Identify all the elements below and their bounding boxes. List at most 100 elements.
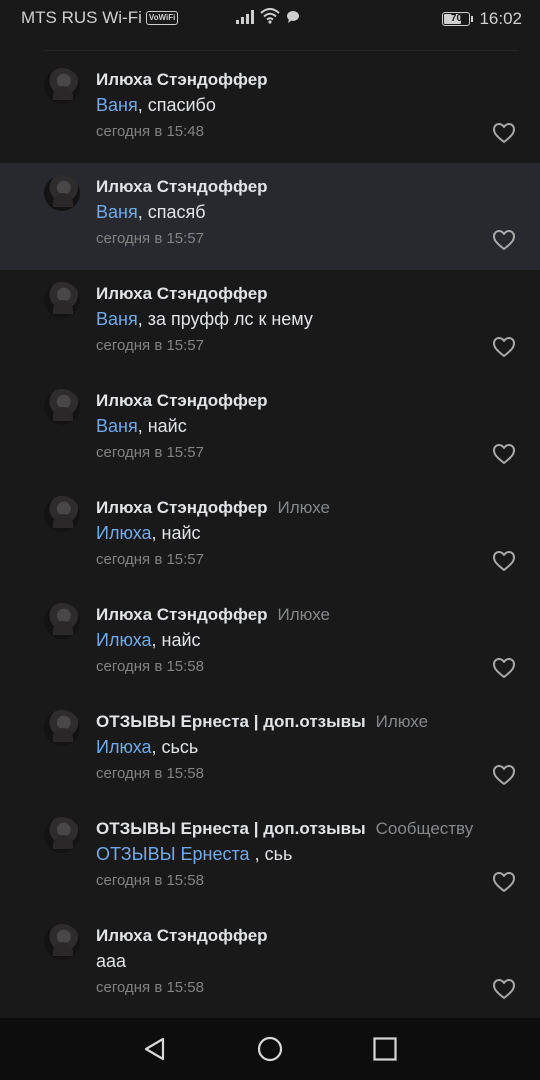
battery-icon: 70 xyxy=(442,11,474,26)
comment-text: Илюха, найс xyxy=(96,523,201,544)
status-bar: MTS RUS Wi-Fi VoWiFi 70 16:02 xyxy=(0,0,540,36)
battery-percent: 70 xyxy=(450,13,463,24)
comment-author[interactable]: Илюха Стэндоффер xyxy=(96,926,268,945)
comment-author[interactable]: Илюха Стэндоффер xyxy=(96,498,268,517)
comment-author[interactable]: Илюха Стэндоффер xyxy=(96,177,268,196)
heart-outline-icon[interactable] xyxy=(492,550,516,572)
comment-body: ааа xyxy=(96,951,127,971)
comment-text: ааа xyxy=(96,951,126,972)
comment-list[interactable]: Илюха Стэндоффер Ваня, спасибо сегодня в 1… xyxy=(0,56,540,1019)
heart-outline-icon[interactable] xyxy=(492,336,516,358)
comment-item[interactable]: Илюха Стэндоффер Илюхе Илюха, найс сегодня … xyxy=(0,591,540,698)
navigation-bar xyxy=(0,1018,540,1080)
clock: 16:02 xyxy=(479,8,522,28)
comment-timestamp: сегодня в 15:57 xyxy=(96,444,204,461)
comment-header: Илюха Стэндоффер Илюхе xyxy=(96,605,330,625)
avatar[interactable] xyxy=(44,389,80,425)
comment-body: , сьь xyxy=(254,844,293,864)
mention-link[interactable]: Ваня xyxy=(96,202,138,222)
comment-timestamp: сегодня в 15:57 xyxy=(96,230,204,247)
comment-body: , найс xyxy=(151,630,201,650)
comment-timestamp: сегодня в 15:58 xyxy=(96,765,204,782)
circle-home-icon[interactable] xyxy=(257,1036,283,1062)
comment-timestamp: сегодня в 15:57 xyxy=(96,337,204,354)
comment-item[interactable]: Илюха Стэндоффер Ваня, за пруфф лс к нему… xyxy=(0,270,540,377)
avatar[interactable] xyxy=(44,68,80,104)
avatar[interactable] xyxy=(44,817,80,853)
comment-header: Илюха Стэндоффер xyxy=(96,391,268,411)
comment-author[interactable]: ОТЗЫВЫ Ернеста | доп.отзывы xyxy=(96,819,366,838)
mention-link[interactable]: ОТЗЫВЫ Ернеста xyxy=(96,844,255,864)
comment-item[interactable]: Илюха Стэндоффер Ваня, найс сегодня в 15:5… xyxy=(0,377,540,484)
comment-header: Илюха Стэндоффер xyxy=(96,284,268,304)
comment-text: ОТЗЫВЫ Ернеста , сьь xyxy=(96,844,292,865)
square-recents-icon[interactable] xyxy=(372,1036,398,1062)
comment-body: , спасибо xyxy=(137,95,216,115)
signal-icon xyxy=(236,9,255,29)
comment-text: Ваня, спасяб xyxy=(96,202,206,223)
comment-header: ОТЗЫВЫ Ернеста | доп.отзывы Сообществу xyxy=(96,819,473,839)
heart-outline-icon[interactable] xyxy=(492,657,516,679)
heart-outline-icon[interactable] xyxy=(492,764,516,786)
comment-body: , найс xyxy=(137,416,187,436)
wifi-icon xyxy=(260,8,281,29)
avatar[interactable] xyxy=(44,496,80,532)
comment-text: Ваня, найс xyxy=(96,416,187,437)
comment-text: Ваня, за пруфф лс к нему xyxy=(96,309,313,330)
comment-item[interactable]: Илюха Стэндоффер Ваня, спасибо сегодня в 1… xyxy=(0,56,540,163)
top-divider xyxy=(44,50,518,51)
comment-body: , за пруфф лс к нему xyxy=(137,309,313,329)
comment-text: Илюха, найс xyxy=(96,630,201,651)
status-right: 70 16:02 xyxy=(236,8,522,29)
comment-author[interactable]: Илюха Стэндоффер xyxy=(96,284,268,303)
comment-body: , спасяб xyxy=(137,202,206,222)
comment-text: Илюха, сьсь xyxy=(96,737,198,758)
message-icon xyxy=(286,9,300,29)
comment-item[interactable]: Илюха Стэндоффер Ваня, спасяб сегодня в 15… xyxy=(0,163,540,270)
vowifi-badge: VoWiFi xyxy=(145,11,179,25)
comment-header: Илюха Стэндоффер xyxy=(96,70,268,90)
avatar[interactable] xyxy=(44,710,80,746)
comment-item[interactable]: ОТЗЫВЫ Ернеста | доп.отзывы Илюхе Илюха, с… xyxy=(0,698,540,805)
comment-timestamp: сегодня в 15:58 xyxy=(96,658,204,675)
comment-header: Илюха Стэндоффер xyxy=(96,926,268,946)
comment-timestamp: сегодня в 15:58 xyxy=(96,872,204,889)
mention-link[interactable]: Илюха xyxy=(96,630,152,650)
heart-outline-icon[interactable] xyxy=(492,229,516,251)
heart-outline-icon[interactable] xyxy=(492,871,516,893)
comment-header: Илюха Стэндоффер xyxy=(96,177,268,197)
mention-link[interactable]: Илюха xyxy=(96,523,152,543)
comment-header: ОТЗЫВЫ Ернеста | доп.отзывы Илюхе xyxy=(96,712,428,732)
comment-author[interactable]: Илюха Стэндоффер xyxy=(96,70,268,89)
mention-link[interactable]: Ваня xyxy=(96,416,138,436)
comment-timestamp: сегодня в 15:57 xyxy=(96,551,204,568)
comment-author[interactable]: ОТЗЫВЫ Ернеста | доп.отзывы xyxy=(96,712,366,731)
comment-timestamp: сегодня в 15:58 xyxy=(96,979,204,996)
reply-to-label[interactable]: Илюхе xyxy=(278,498,330,517)
avatar[interactable] xyxy=(44,924,80,960)
comment-header: Илюха Стэндоффер Илюхе xyxy=(96,498,330,518)
carrier-label: MTS RUS Wi-Fi xyxy=(21,8,142,27)
avatar[interactable] xyxy=(44,603,80,639)
comment-item[interactable]: ОТЗЫВЫ Ернеста | доп.отзывы Сообществу ОТЗ… xyxy=(0,805,540,912)
mention-link[interactable]: Ваня xyxy=(96,95,138,115)
status-left: MTS RUS Wi-Fi VoWiFi xyxy=(21,8,179,28)
comment-timestamp: сегодня в 15:48 xyxy=(96,123,204,140)
avatar[interactable] xyxy=(44,175,80,211)
comment-item[interactable]: Илюха Стэндоффер ааа сегодня в 15:58 xyxy=(0,912,540,1019)
reply-to-label[interactable]: Илюхе xyxy=(278,605,330,624)
comment-author[interactable]: Илюха Стэндоффер xyxy=(96,391,268,410)
reply-to-label[interactable]: Илюхе xyxy=(376,712,428,731)
comment-item[interactable]: Илюха Стэндоффер Илюхе Илюха, найс сегодня … xyxy=(0,484,540,591)
heart-outline-icon[interactable] xyxy=(492,122,516,144)
comment-body: , найс xyxy=(151,523,201,543)
comment-text: Ваня, спасибо xyxy=(96,95,216,116)
comment-author[interactable]: Илюха Стэндоффер xyxy=(96,605,268,624)
avatar[interactable] xyxy=(44,282,80,318)
mention-link[interactable]: Ваня xyxy=(96,309,138,329)
heart-outline-icon[interactable] xyxy=(492,978,516,1000)
reply-to-label[interactable]: Сообществу xyxy=(376,819,474,838)
triangle-back-icon[interactable] xyxy=(142,1036,168,1062)
mention-link[interactable]: Илюха xyxy=(96,737,152,757)
heart-outline-icon[interactable] xyxy=(492,443,516,465)
